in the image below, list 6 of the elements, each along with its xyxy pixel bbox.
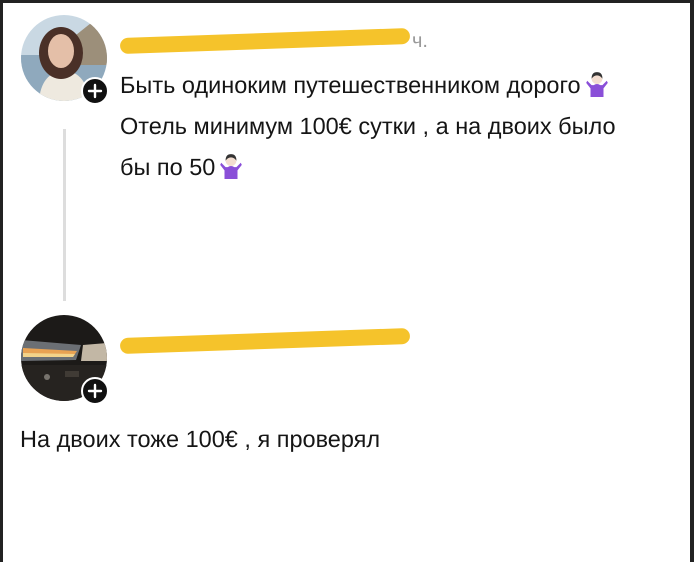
post-text: Быть одиноким путешественником дорого (120, 65, 620, 106)
post-time: ч. (412, 30, 428, 52)
follow-plus-icon[interactable] (81, 377, 109, 405)
post-text: Отель минимум 100€ сутки , а на двоих было бы по 50 (120, 112, 617, 182)
post-text: На двоих тоже 100€ , я проверял (20, 425, 382, 454)
follow-plus-icon[interactable] (81, 77, 109, 105)
